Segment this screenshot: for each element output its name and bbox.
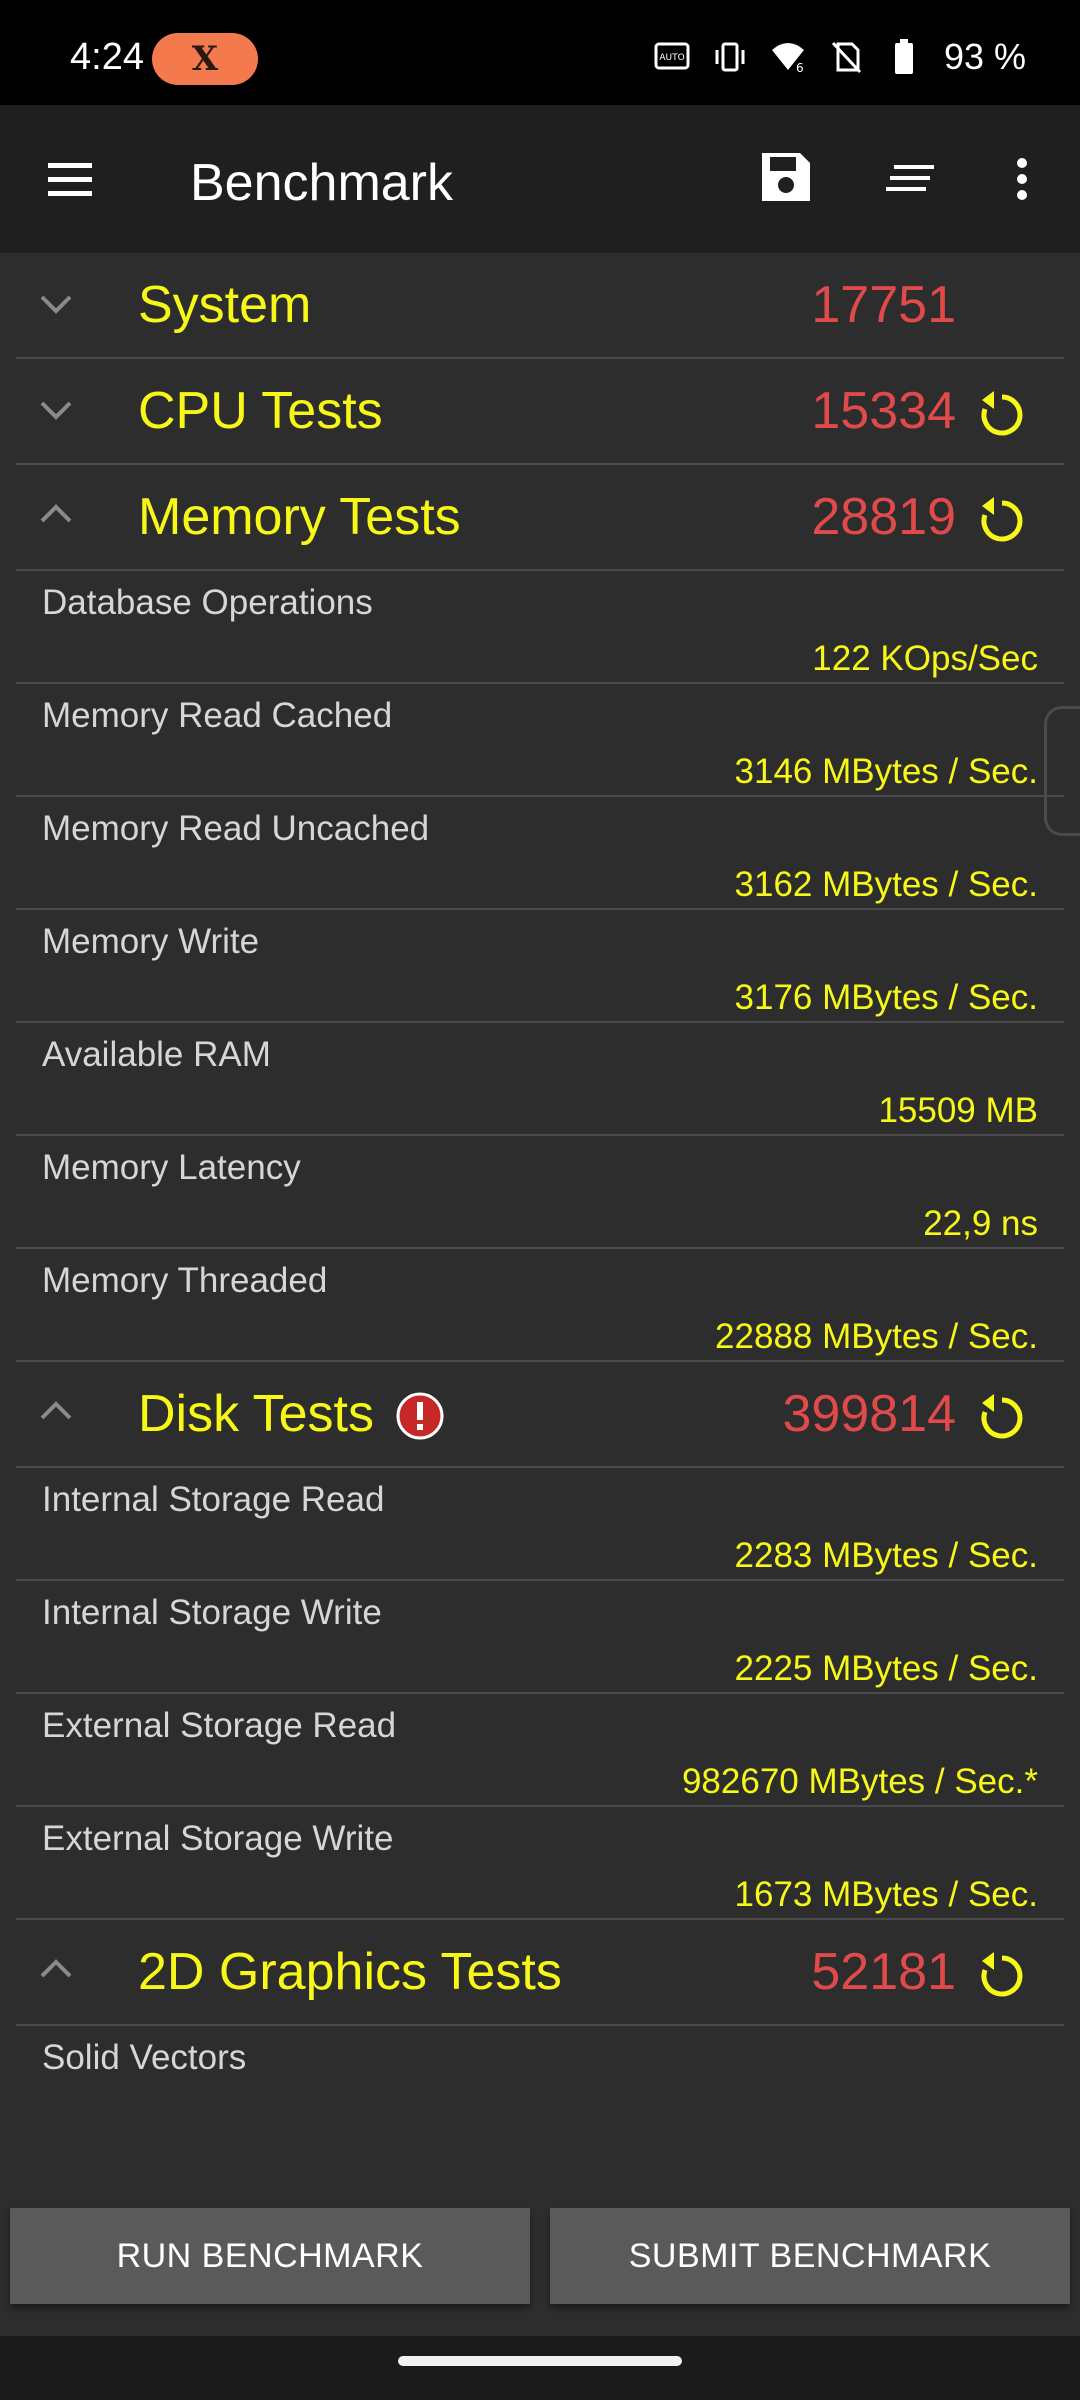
list-item: Database Operations 122 KOps/Sec bbox=[16, 571, 1064, 684]
result-value: 22888 MBytes / Sec. bbox=[715, 1317, 1038, 1356]
warning-icon[interactable] bbox=[396, 1392, 444, 1440]
section-title: Disk Tests bbox=[138, 1385, 374, 1443]
result-label: Memory Read Cached bbox=[42, 696, 393, 735]
battery-icon bbox=[886, 39, 922, 75]
section-title: Memory Tests bbox=[138, 488, 461, 546]
result-label: External Storage Write bbox=[42, 1819, 394, 1858]
result-label: Memory Threaded bbox=[42, 1261, 328, 1300]
result-label: Database Operations bbox=[42, 583, 373, 622]
section-2d-graphics[interactable]: 2D Graphics Tests 52181 bbox=[16, 1920, 1064, 2026]
section-score: 15334 bbox=[811, 382, 956, 440]
result-value: 3146 MBytes / Sec. bbox=[734, 752, 1038, 791]
save-icon[interactable] bbox=[756, 147, 816, 207]
svg-text:AUTO: AUTO bbox=[659, 53, 684, 63]
result-value: 3176 MBytes / Sec. bbox=[734, 978, 1038, 1017]
list-item: Memory Latency 22,9 ns bbox=[16, 1136, 1064, 1249]
list-item: Memory Read Uncached 3162 MBytes / Sec. bbox=[16, 797, 1064, 910]
section-score: 52181 bbox=[811, 1943, 956, 2001]
section-cpu[interactable]: CPU Tests 15334 bbox=[16, 359, 1064, 465]
list-item: Solid Vectors bbox=[16, 2026, 1064, 2073]
status-time: 4:24 bbox=[70, 36, 144, 78]
section-score: 28819 bbox=[811, 488, 956, 546]
section-system[interactable]: System 17751 bbox=[16, 253, 1064, 359]
x-notification-badge: X bbox=[152, 33, 258, 85]
section-memory[interactable]: Memory Tests 28819 bbox=[16, 465, 1064, 571]
result-label: Solid Vectors bbox=[42, 2038, 247, 2073]
list-item: External Storage Read 982670 MBytes / Sec… bbox=[16, 1694, 1064, 1807]
list-item: Memory Read Cached 3146 MBytes / Sec. bbox=[16, 684, 1064, 797]
system-nav-bar bbox=[0, 2336, 1080, 2400]
app-bar: Benchmark bbox=[0, 105, 1080, 253]
list-item: External Storage Write 1673 MBytes / Sec. bbox=[16, 1807, 1064, 1920]
result-label: Available RAM bbox=[42, 1035, 271, 1074]
svg-text:6: 6 bbox=[796, 61, 804, 74]
result-label: Memory Latency bbox=[42, 1148, 301, 1187]
wifi-6-icon: 6 bbox=[770, 39, 806, 75]
result-value: 122 KOps/Sec bbox=[812, 639, 1038, 678]
section-title: System bbox=[138, 276, 312, 334]
refresh-icon[interactable] bbox=[976, 495, 1028, 547]
battery-percentage: 93 % bbox=[943, 36, 1026, 77]
sort-icon[interactable] bbox=[882, 149, 942, 209]
chevron-down-icon bbox=[40, 295, 72, 314]
menu-icon[interactable] bbox=[40, 149, 100, 209]
section-disk[interactable]: Disk Tests 399814 bbox=[16, 1362, 1064, 1468]
status-icons: AUTO 6 93 % bbox=[654, 36, 1026, 78]
status-bar: 4:24 X AUTO 6 93 % bbox=[0, 0, 1080, 105]
benchmark-list[interactable]: System 17751 CPU Tests 15334 Memory Test… bbox=[0, 253, 1080, 2073]
list-item: Memory Write 3176 MBytes / Sec. bbox=[16, 910, 1064, 1023]
result-value: 22,9 ns bbox=[923, 1204, 1038, 1243]
result-label: Memory Read Uncached bbox=[42, 809, 430, 848]
result-label: Memory Write bbox=[42, 922, 260, 961]
vibrate-icon bbox=[712, 39, 748, 75]
chevron-down-icon bbox=[40, 401, 72, 420]
result-label: External Storage Read bbox=[42, 1706, 397, 1745]
run-benchmark-button[interactable]: RUN BENCHMARK bbox=[10, 2208, 530, 2304]
section-title: 2D Graphics Tests bbox=[138, 1943, 562, 2001]
home-gesture-handle[interactable] bbox=[398, 2356, 682, 2366]
result-value: 1673 MBytes / Sec. bbox=[734, 1875, 1038, 1914]
result-label: Internal Storage Write bbox=[42, 1593, 382, 1632]
refresh-icon[interactable] bbox=[976, 1392, 1028, 1444]
result-label: Internal Storage Read bbox=[42, 1480, 385, 1519]
list-item: Internal Storage Read 2283 MBytes / Sec. bbox=[16, 1468, 1064, 1581]
chevron-up-icon bbox=[40, 504, 72, 523]
list-item: Memory Threaded 22888 MBytes / Sec. bbox=[16, 1249, 1064, 1362]
result-value: 982670 MBytes / Sec.* bbox=[681, 1762, 1038, 1801]
refresh-icon[interactable] bbox=[976, 1950, 1028, 2002]
scroll-handle[interactable] bbox=[1044, 706, 1080, 836]
auto-hz-icon: AUTO bbox=[654, 39, 690, 75]
refresh-icon[interactable] bbox=[976, 389, 1028, 441]
no-sim-icon bbox=[828, 39, 864, 75]
result-value: 15509 MB bbox=[878, 1091, 1038, 1130]
section-score: 399814 bbox=[782, 1385, 956, 1443]
section-title: CPU Tests bbox=[138, 382, 383, 440]
result-value: 2225 MBytes / Sec. bbox=[734, 1649, 1038, 1688]
list-item: Available RAM 15509 MB bbox=[16, 1023, 1064, 1136]
page-title: Benchmark bbox=[190, 154, 453, 212]
more-vert-icon[interactable] bbox=[1000, 149, 1044, 209]
result-value: 3162 MBytes / Sec. bbox=[734, 865, 1038, 904]
list-item: Internal Storage Write 2225 MBytes / Sec. bbox=[16, 1581, 1064, 1694]
section-score: 17751 bbox=[811, 276, 956, 334]
submit-benchmark-button[interactable]: SUBMIT BENCHMARK bbox=[550, 2208, 1070, 2304]
action-bar: RUN BENCHMARK SUBMIT BENCHMARK bbox=[0, 2190, 1080, 2310]
result-value: 2283 MBytes / Sec. bbox=[734, 1536, 1038, 1575]
chevron-up-icon bbox=[40, 1959, 72, 1978]
chevron-up-icon bbox=[40, 1401, 72, 1420]
